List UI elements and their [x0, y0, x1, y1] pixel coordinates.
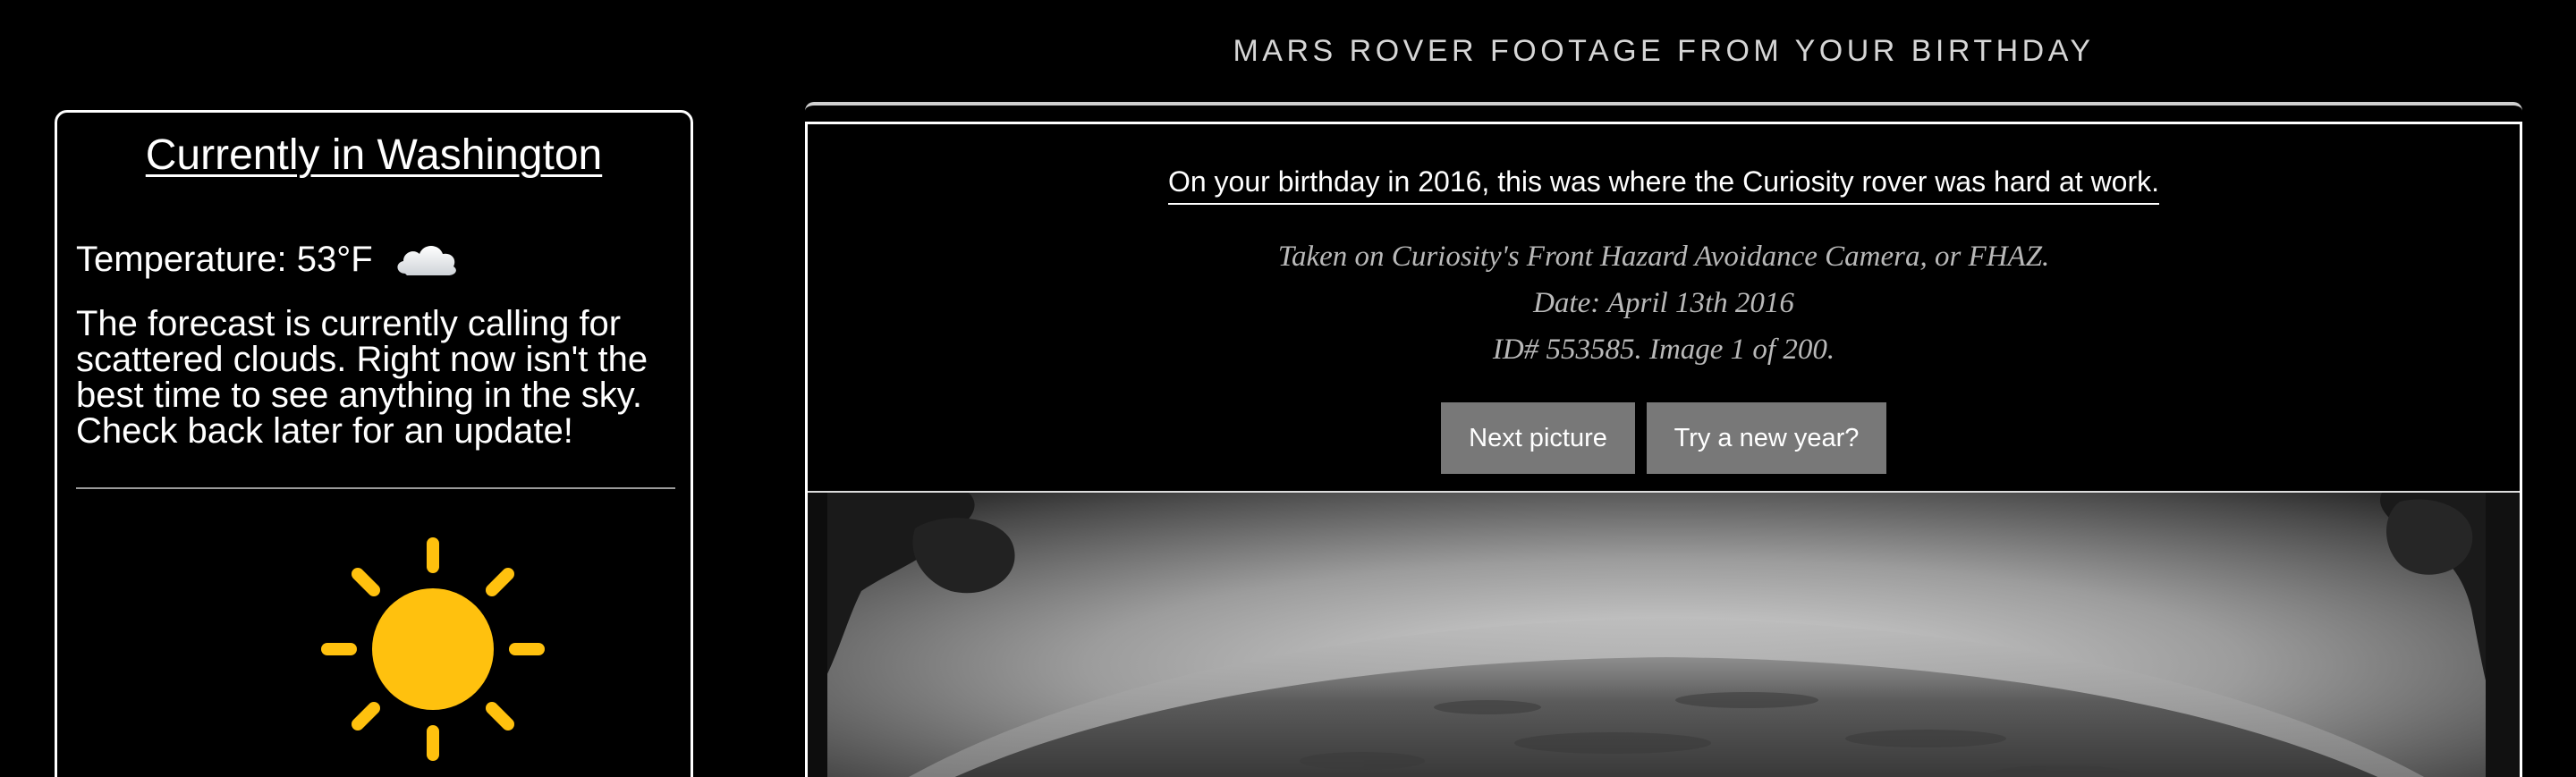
- divider: [76, 487, 675, 489]
- cloud-icon: [397, 246, 456, 275]
- sun-icon: [321, 537, 545, 761]
- forecast-text: The forecast is currently calling for sc…: [76, 304, 648, 451]
- mars-heading: MARS ROVER FOOTAGE FROM YOUR BIRTHDAY: [1233, 34, 2095, 68]
- weather-card: Currently in Washington Temperature: 53°…: [55, 110, 693, 777]
- camera-info: Taken on Curiosity's Front Hazard Avoida…: [1277, 241, 2050, 273]
- photo-id: ID# 553585. Image 1 of 200.: [1492, 334, 1835, 366]
- new-year-button[interactable]: Try a new year?: [1647, 402, 1886, 474]
- button-row: Next picture Try a new year?: [808, 402, 2520, 474]
- birthday-intro-text: On your birthday in 2016, this was where…: [1167, 165, 2160, 205]
- temperature-label: Temperature: 53°F: [76, 239, 373, 279]
- temperature-row: Temperature: 53°F: [76, 238, 461, 281]
- mars-frame: On your birthday in 2016, this was where…: [805, 122, 2522, 777]
- rover-photo: [808, 493, 2520, 777]
- birthday-intro: On your birthday in 2016, this was where…: [808, 165, 2520, 205]
- top-rule: [805, 102, 2522, 111]
- photo-date: Date: April 13th 2016: [1533, 287, 1794, 319]
- weather-title: Currently in Washington: [145, 131, 603, 179]
- next-picture-button[interactable]: Next picture: [1441, 402, 1635, 474]
